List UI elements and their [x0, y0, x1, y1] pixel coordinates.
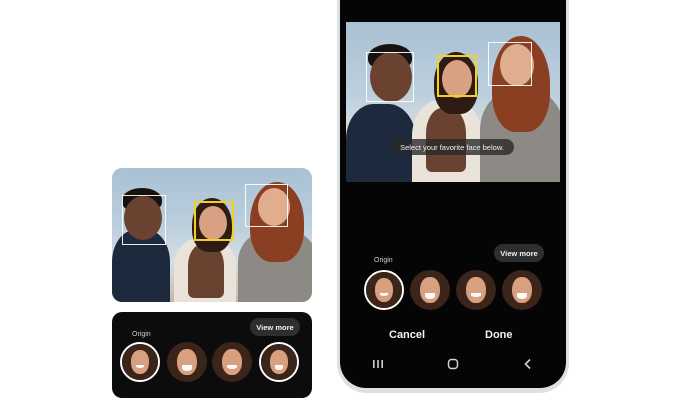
home-icon[interactable] — [444, 357, 462, 371]
face-thumbnail-origin[interactable] — [120, 342, 160, 382]
face-detection-box[interactable] — [488, 42, 532, 86]
face-thumbnail[interactable] — [502, 270, 542, 310]
done-button[interactable]: Done — [485, 329, 513, 341]
face-detection-box-selected[interactable] — [437, 55, 477, 97]
system-nav-bar — [340, 354, 566, 374]
face-thumbnail[interactable] — [167, 342, 207, 382]
origin-label: Origin — [374, 257, 393, 264]
face-detection-box[interactable] — [245, 184, 288, 227]
face-detection-box-selected[interactable] — [194, 201, 234, 241]
view-more-button[interactable]: View more — [250, 318, 300, 336]
face-detection-box[interactable] — [122, 195, 166, 245]
face-thumbnail[interactable] — [410, 270, 450, 310]
face-detection-box[interactable] — [366, 52, 414, 102]
view-more-button[interactable]: View more — [494, 244, 544, 262]
face-thumbnail[interactable] — [212, 342, 252, 382]
face-thumbnail-selected[interactable] — [259, 342, 299, 382]
origin-label: Origin — [132, 331, 151, 338]
recent-apps-icon[interactable] — [369, 357, 387, 371]
face-thumbnail-origin[interactable] — [364, 270, 404, 310]
back-icon[interactable] — [519, 357, 537, 371]
instruction-tooltip: Select your favorite face below. — [390, 139, 514, 155]
group-photo — [112, 168, 312, 302]
cancel-button[interactable]: Cancel — [389, 329, 425, 341]
face-thumbnail[interactable] — [456, 270, 496, 310]
edited-photo — [346, 22, 560, 182]
phone-screen: Select your favorite face below. Origin … — [340, 0, 566, 388]
face-chooser-panel: Origin View more — [112, 312, 312, 398]
